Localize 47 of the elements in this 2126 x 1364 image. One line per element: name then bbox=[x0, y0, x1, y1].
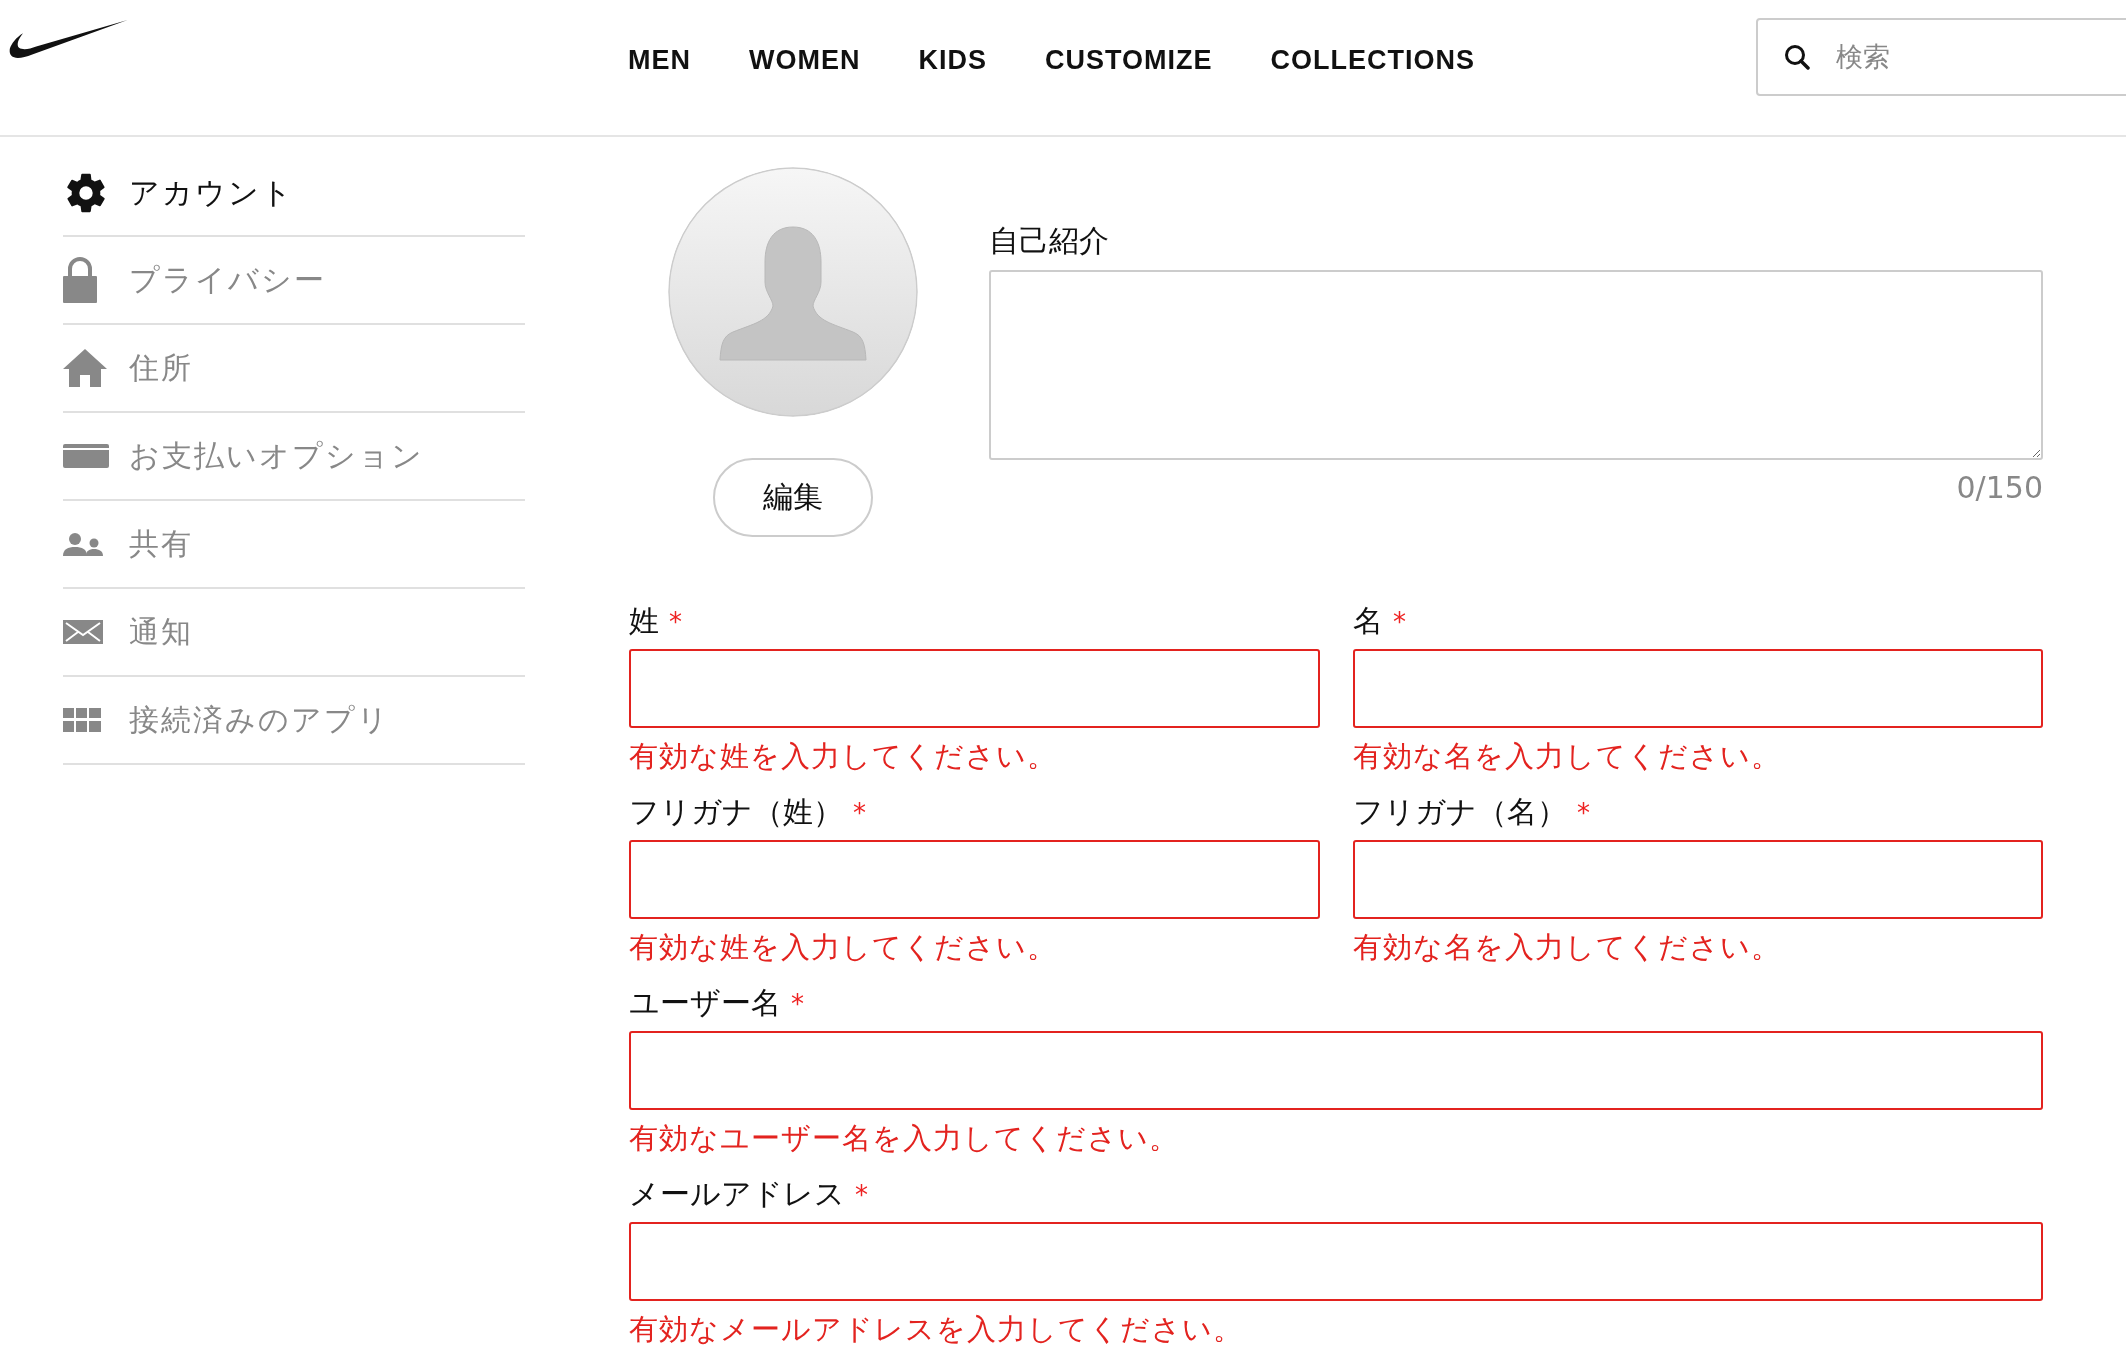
text-field[interactable] bbox=[629, 1222, 2043, 1301]
error-message: 有効な姓を入力してください。 bbox=[629, 738, 1058, 775]
avatar-placeholder-icon bbox=[668, 167, 918, 417]
error-message: 有効な名を入力してください。 bbox=[1353, 929, 1782, 966]
grid-icon bbox=[63, 708, 101, 732]
field-label: 姓 bbox=[629, 603, 659, 638]
character-counter: 0/150 bbox=[1956, 470, 2043, 505]
error-message: 有効な姓を入力してください。 bbox=[629, 929, 1058, 966]
field-label: メールアドレス bbox=[629, 1176, 845, 1211]
required-mark: * bbox=[853, 798, 866, 828]
text-field[interactable] bbox=[1353, 840, 2043, 919]
sidebar-item[interactable]: 共有 bbox=[129, 523, 193, 565]
text-field[interactable] bbox=[629, 840, 1320, 919]
sidebar-item[interactable]: 住所 bbox=[129, 347, 193, 389]
field-label: フリガナ（名） bbox=[1353, 794, 1567, 829]
required-mark: * bbox=[1577, 798, 1590, 828]
envelope-icon bbox=[63, 620, 103, 644]
field-label: フリガナ（姓） bbox=[629, 794, 843, 829]
sidebar-item[interactable]: アカウント bbox=[129, 172, 294, 214]
sidebar-item[interactable]: プライバシー bbox=[129, 259, 326, 301]
error-message: 有効なメールアドレスを入力してください。 bbox=[629, 1311, 1244, 1348]
error-message: 有効な名を入力してください。 bbox=[1353, 738, 1782, 775]
nav-link[interactable]: COLLECTIONS bbox=[1270, 45, 1475, 76]
required-mark: * bbox=[855, 1180, 868, 1210]
field-label: 名 bbox=[1353, 603, 1383, 638]
required-mark: * bbox=[669, 607, 682, 637]
text-field[interactable] bbox=[1353, 649, 2043, 728]
sidebar-item[interactable]: 通知 bbox=[129, 611, 193, 653]
people-icon bbox=[63, 532, 103, 556]
search-field[interactable]: 検索 bbox=[1756, 17, 2126, 96]
field-label: ユーザー名 bbox=[629, 985, 781, 1020]
field-label: 自己紹介 bbox=[989, 222, 1110, 260]
text-field[interactable] bbox=[629, 649, 1320, 728]
nav-link[interactable]: CUSTOMIZE bbox=[1045, 45, 1213, 76]
nav-link[interactable]: KIDS bbox=[918, 45, 987, 76]
error-message: 有効なユーザー名を入力してください。 bbox=[629, 1120, 1180, 1157]
padlock-icon bbox=[63, 257, 97, 303]
sidebar-item[interactable]: 接続済みのアプリ bbox=[129, 699, 390, 741]
nav-link[interactable]: MEN bbox=[628, 45, 691, 76]
sidebar-item[interactable]: お支払いオプション bbox=[129, 435, 424, 477]
edit-button[interactable]: 編集 bbox=[713, 458, 873, 537]
nav-link[interactable]: WOMEN bbox=[749, 45, 861, 76]
house-icon bbox=[63, 349, 107, 387]
required-mark: * bbox=[1393, 607, 1406, 637]
credit-card-icon bbox=[63, 444, 109, 468]
required-mark: * bbox=[791, 989, 804, 1019]
text-field[interactable] bbox=[629, 1031, 2043, 1110]
